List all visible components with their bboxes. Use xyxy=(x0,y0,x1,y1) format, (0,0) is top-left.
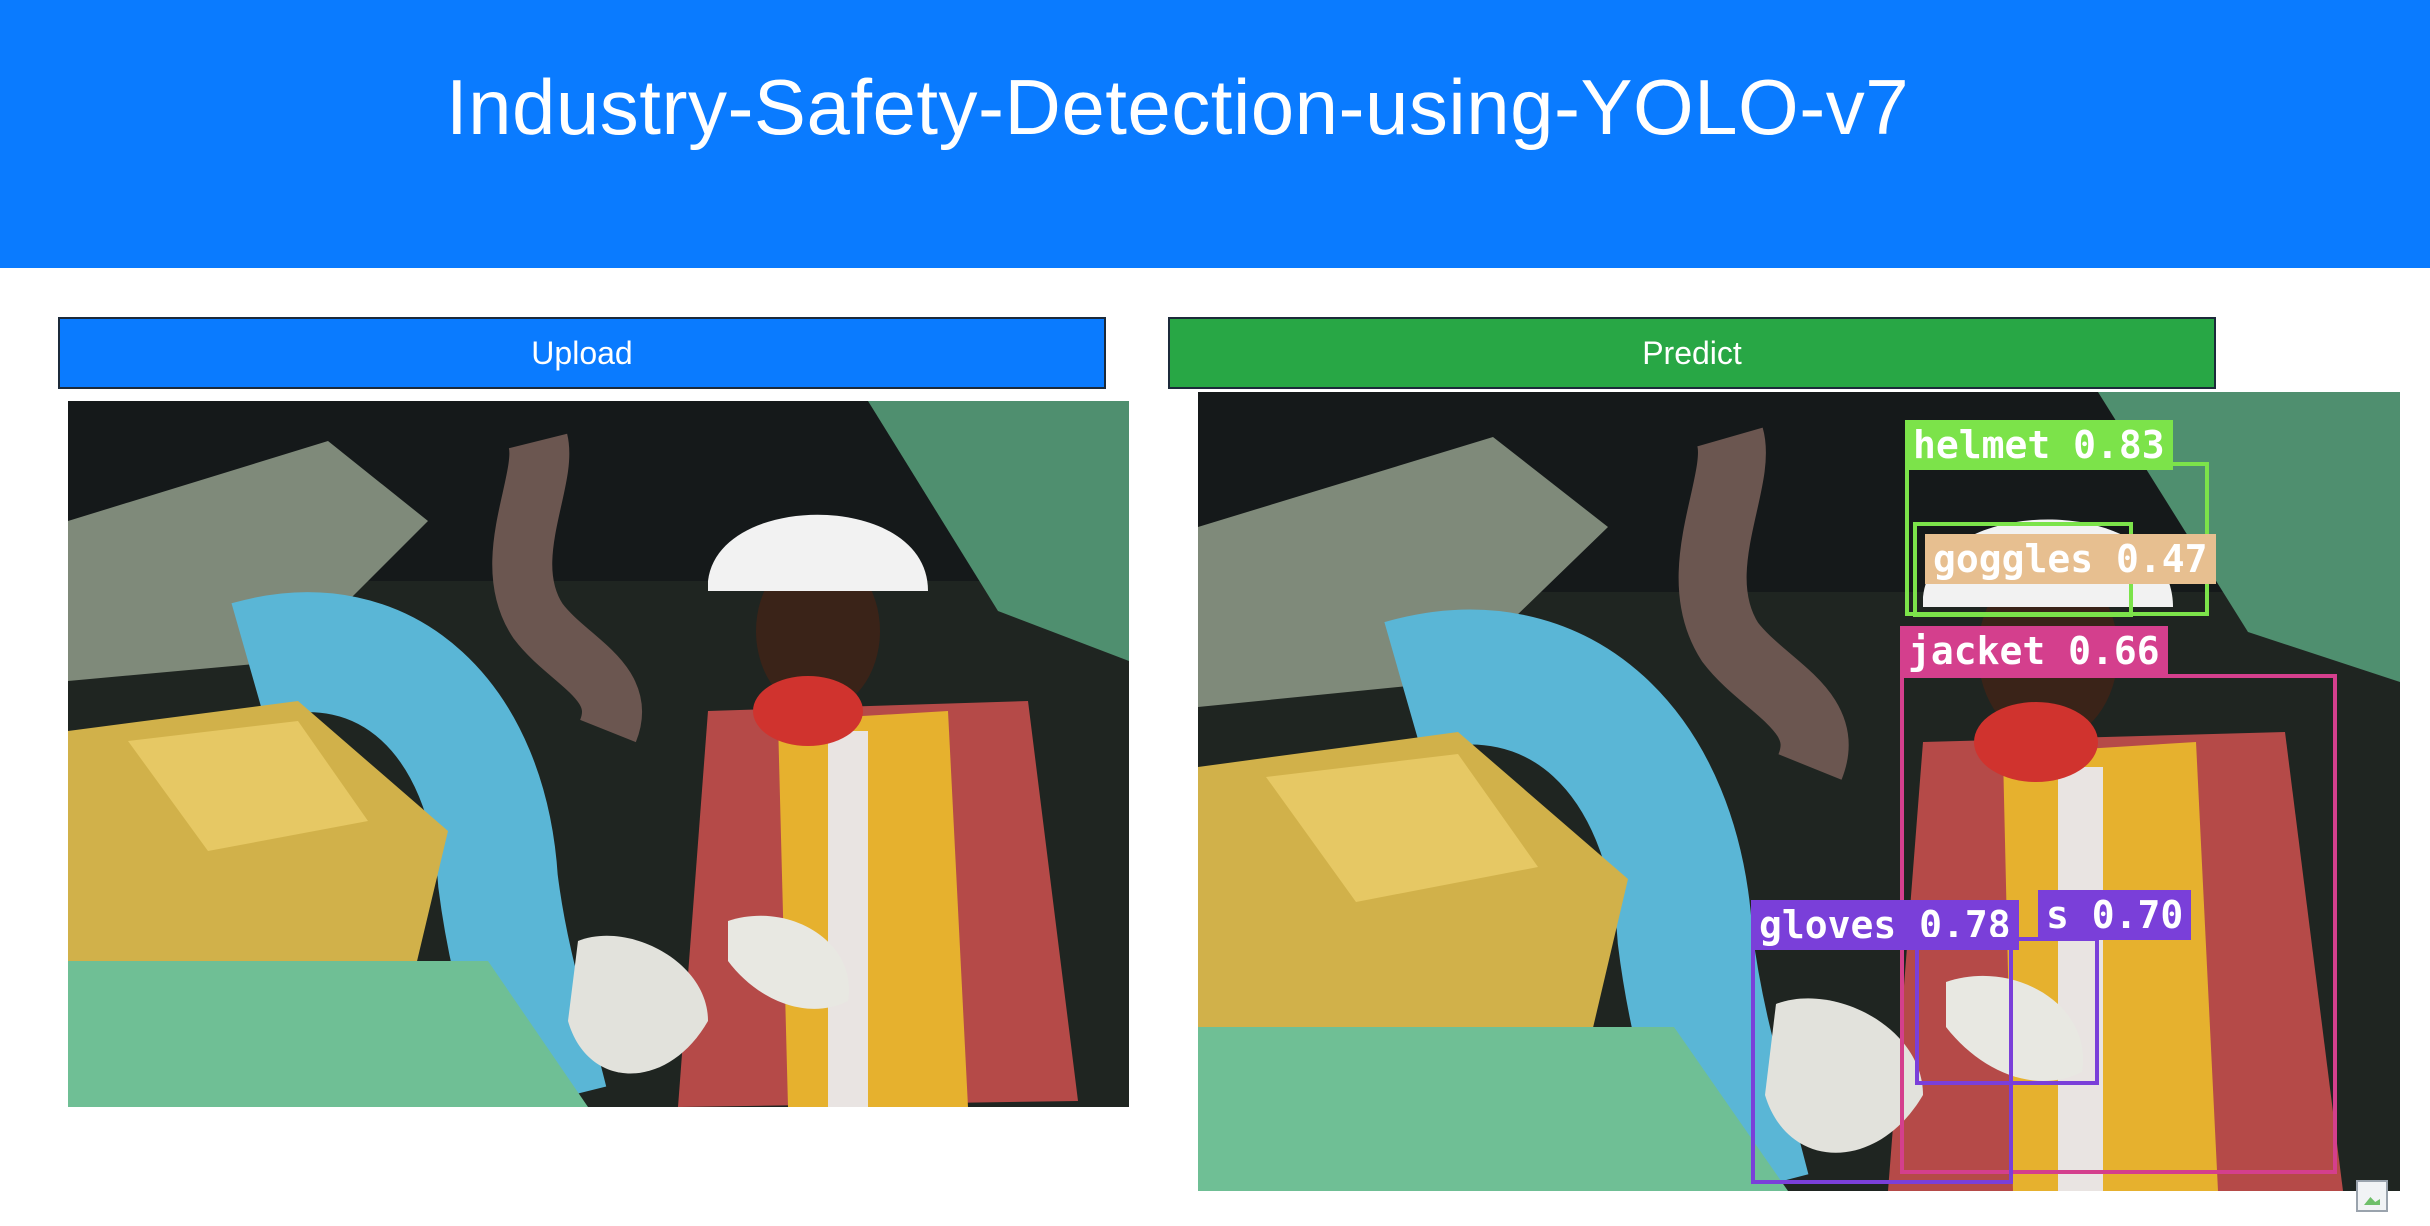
page-title: Industry-Safety-Detection-using-YOLO-v7 xyxy=(446,63,1910,151)
detection-label-jacket: jacket 0.66 xyxy=(1900,626,2168,676)
gloves-bbox-2 xyxy=(1915,937,2099,1085)
detection-label-gloves-2: s 0.70 xyxy=(2038,890,2192,940)
worker-photo xyxy=(68,401,1129,1107)
page-header: Industry-Safety-Detection-using-YOLO-v7 xyxy=(0,0,2430,268)
detection-label-helmet: helmet 0.83 xyxy=(1905,420,2173,470)
detection-label-goggles: goggles 0.47 xyxy=(1925,534,2216,584)
predicted-image: helmet 0.83 goggles 0.47 jacket 0.66 glo… xyxy=(1198,392,2400,1191)
uploaded-image xyxy=(68,401,1129,1107)
upload-button[interactable]: Upload xyxy=(58,317,1106,389)
broken-image-icon xyxy=(2356,1180,2388,1212)
predict-button[interactable]: Predict xyxy=(1168,317,2216,389)
